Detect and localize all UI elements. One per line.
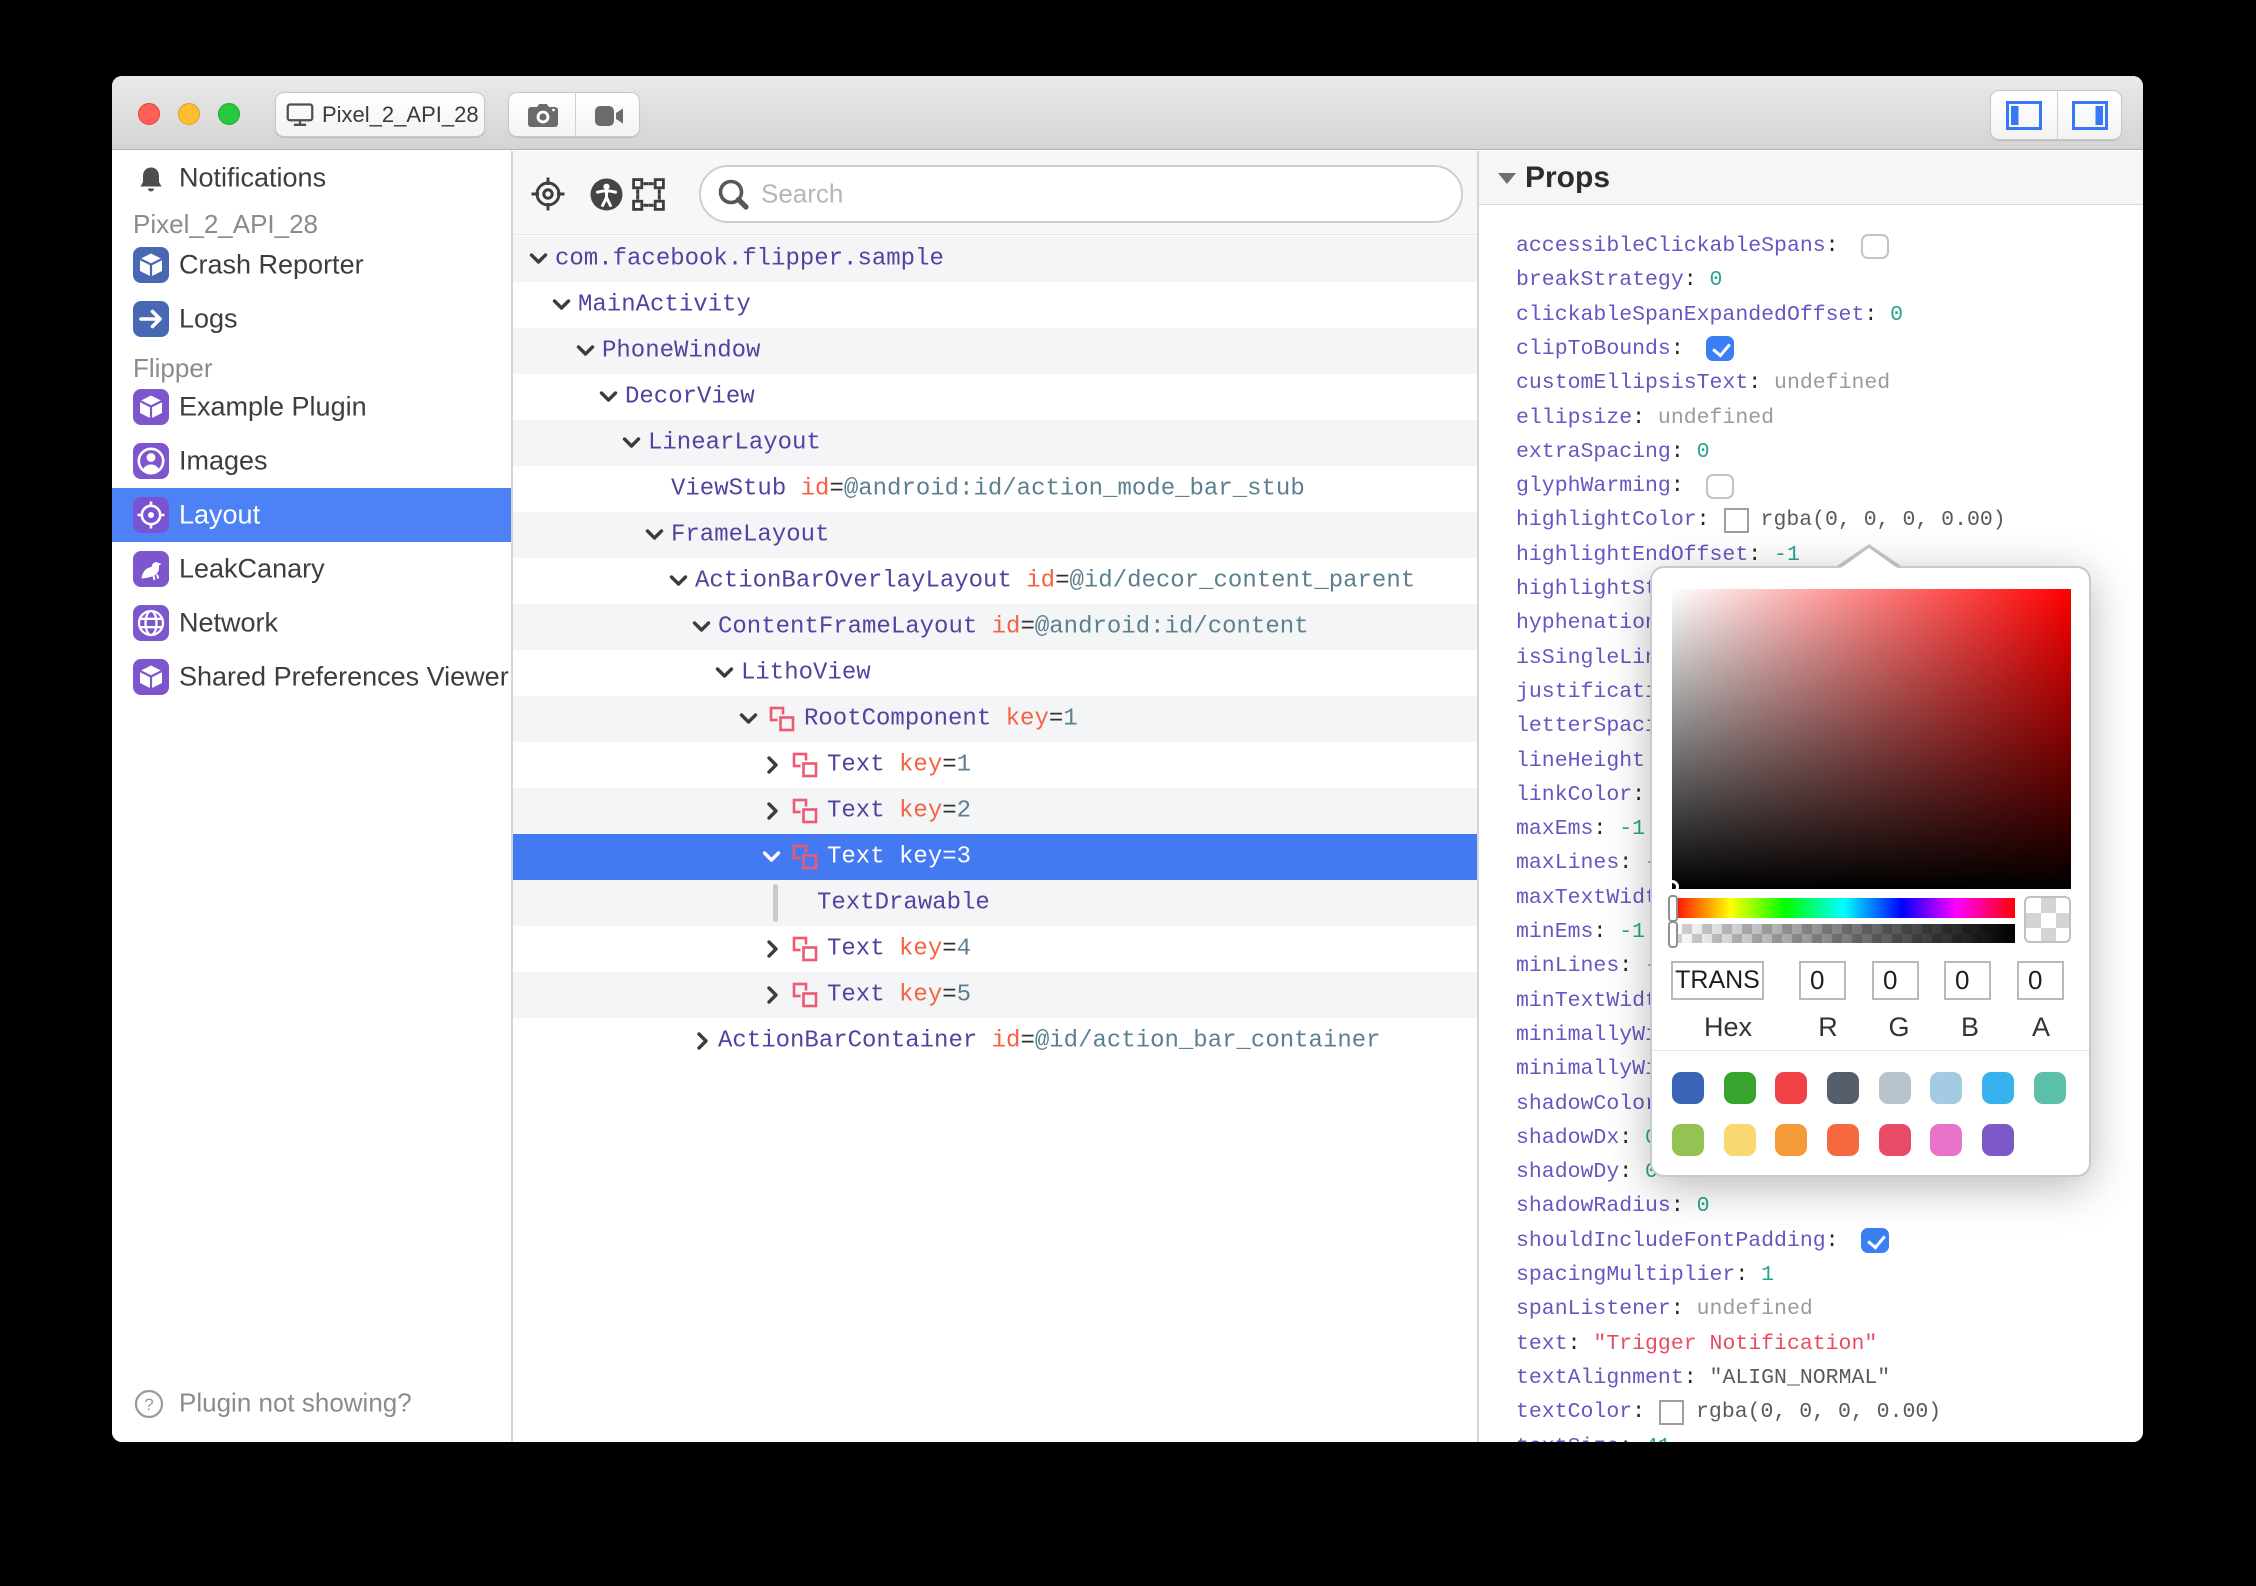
svg-text:?: ? [144, 1395, 153, 1414]
